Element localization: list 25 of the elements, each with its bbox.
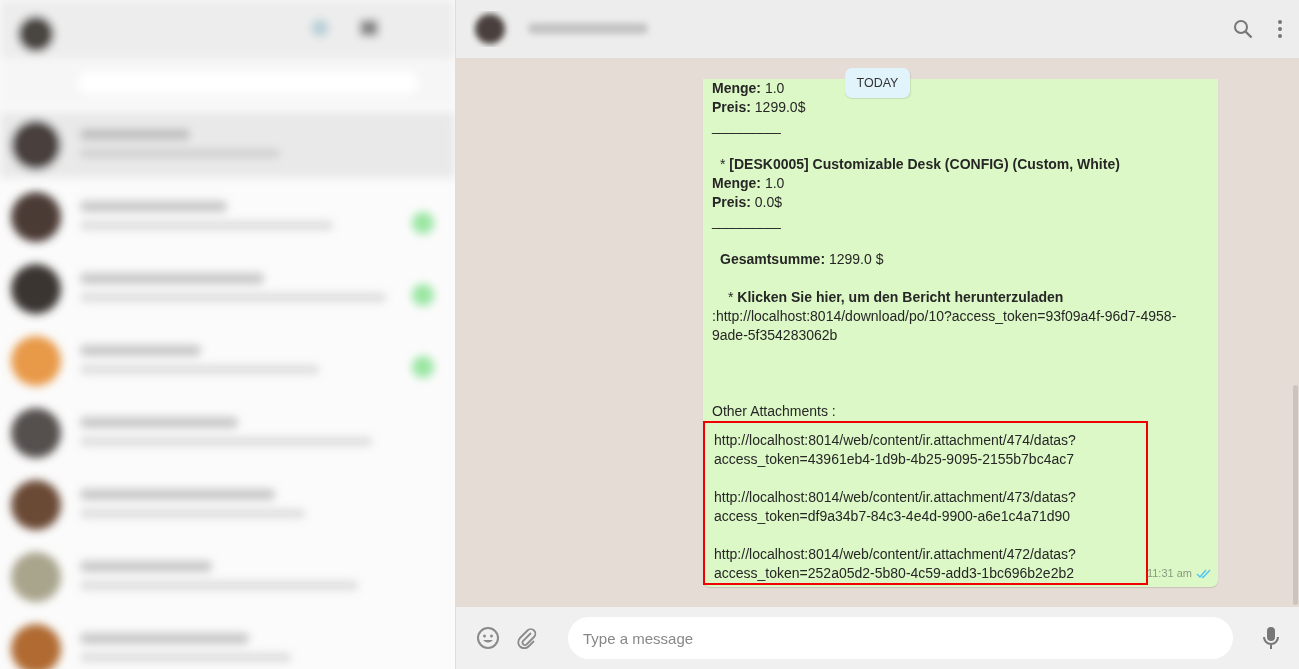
message-text: *[DESK0005] Customizable Desk (CONFIG) (Custom, White) xyxy=(719,155,1120,174)
message-text: *Klicken Sie hier, um den Bericht herunterzuladen xyxy=(727,288,1064,307)
attachment-link[interactable]: access_token=252a05d2-5b80-4c59-add3-1bc696b2e2b2 xyxy=(714,564,1137,583)
attachment-link[interactable]: http://localhost:8014/web/content/ir.attachment/472/datas? xyxy=(714,545,1137,564)
message-text: Preis: 0.0$ xyxy=(712,193,783,212)
message-time: 11:31 am xyxy=(1146,566,1192,581)
emoji-icon[interactable] xyxy=(476,626,500,650)
date-badge: TODAY xyxy=(844,68,911,98)
attachment-link[interactable]: http://localhost:8014/web/content/ir.attachment/474/datas? xyxy=(714,431,1137,450)
attachment-link[interactable]: access_token=df9a34b7-84c3-4e4d-9900-a6e1c4a71d90 xyxy=(714,507,1137,526)
message-input[interactable]: Type a message xyxy=(568,617,1233,659)
message-text: Gesamtsumme: 1299.0 $ xyxy=(719,250,884,269)
separator-line: __________ xyxy=(712,212,780,231)
search-icon[interactable] xyxy=(1233,19,1253,39)
message-text: Menge: 1.0 xyxy=(712,174,785,193)
menu-icon[interactable] xyxy=(1277,19,1283,39)
attachment-link[interactable]: http://localhost:8014/web/content/ir.attachment/473/datas? xyxy=(714,488,1137,507)
paperclip-icon[interactable] xyxy=(516,627,538,649)
microphone-icon[interactable] xyxy=(1263,626,1279,650)
message-text: Other Attachments : xyxy=(712,402,836,421)
message-text: Preis: 1299.0$ xyxy=(712,98,806,117)
message-text: :http://localhost:8014/download/po/10?access_token=93f09a4f-96d7-4958-9ade-5f354283062b xyxy=(712,307,1178,345)
separator-line: __________ xyxy=(712,117,780,136)
attachment-link[interactable]: access_token=43961eb4-1d9b-4b25-9095-2155b7bc4ac7 xyxy=(714,450,1137,469)
message-text: Menge: 1.0 xyxy=(712,79,785,98)
